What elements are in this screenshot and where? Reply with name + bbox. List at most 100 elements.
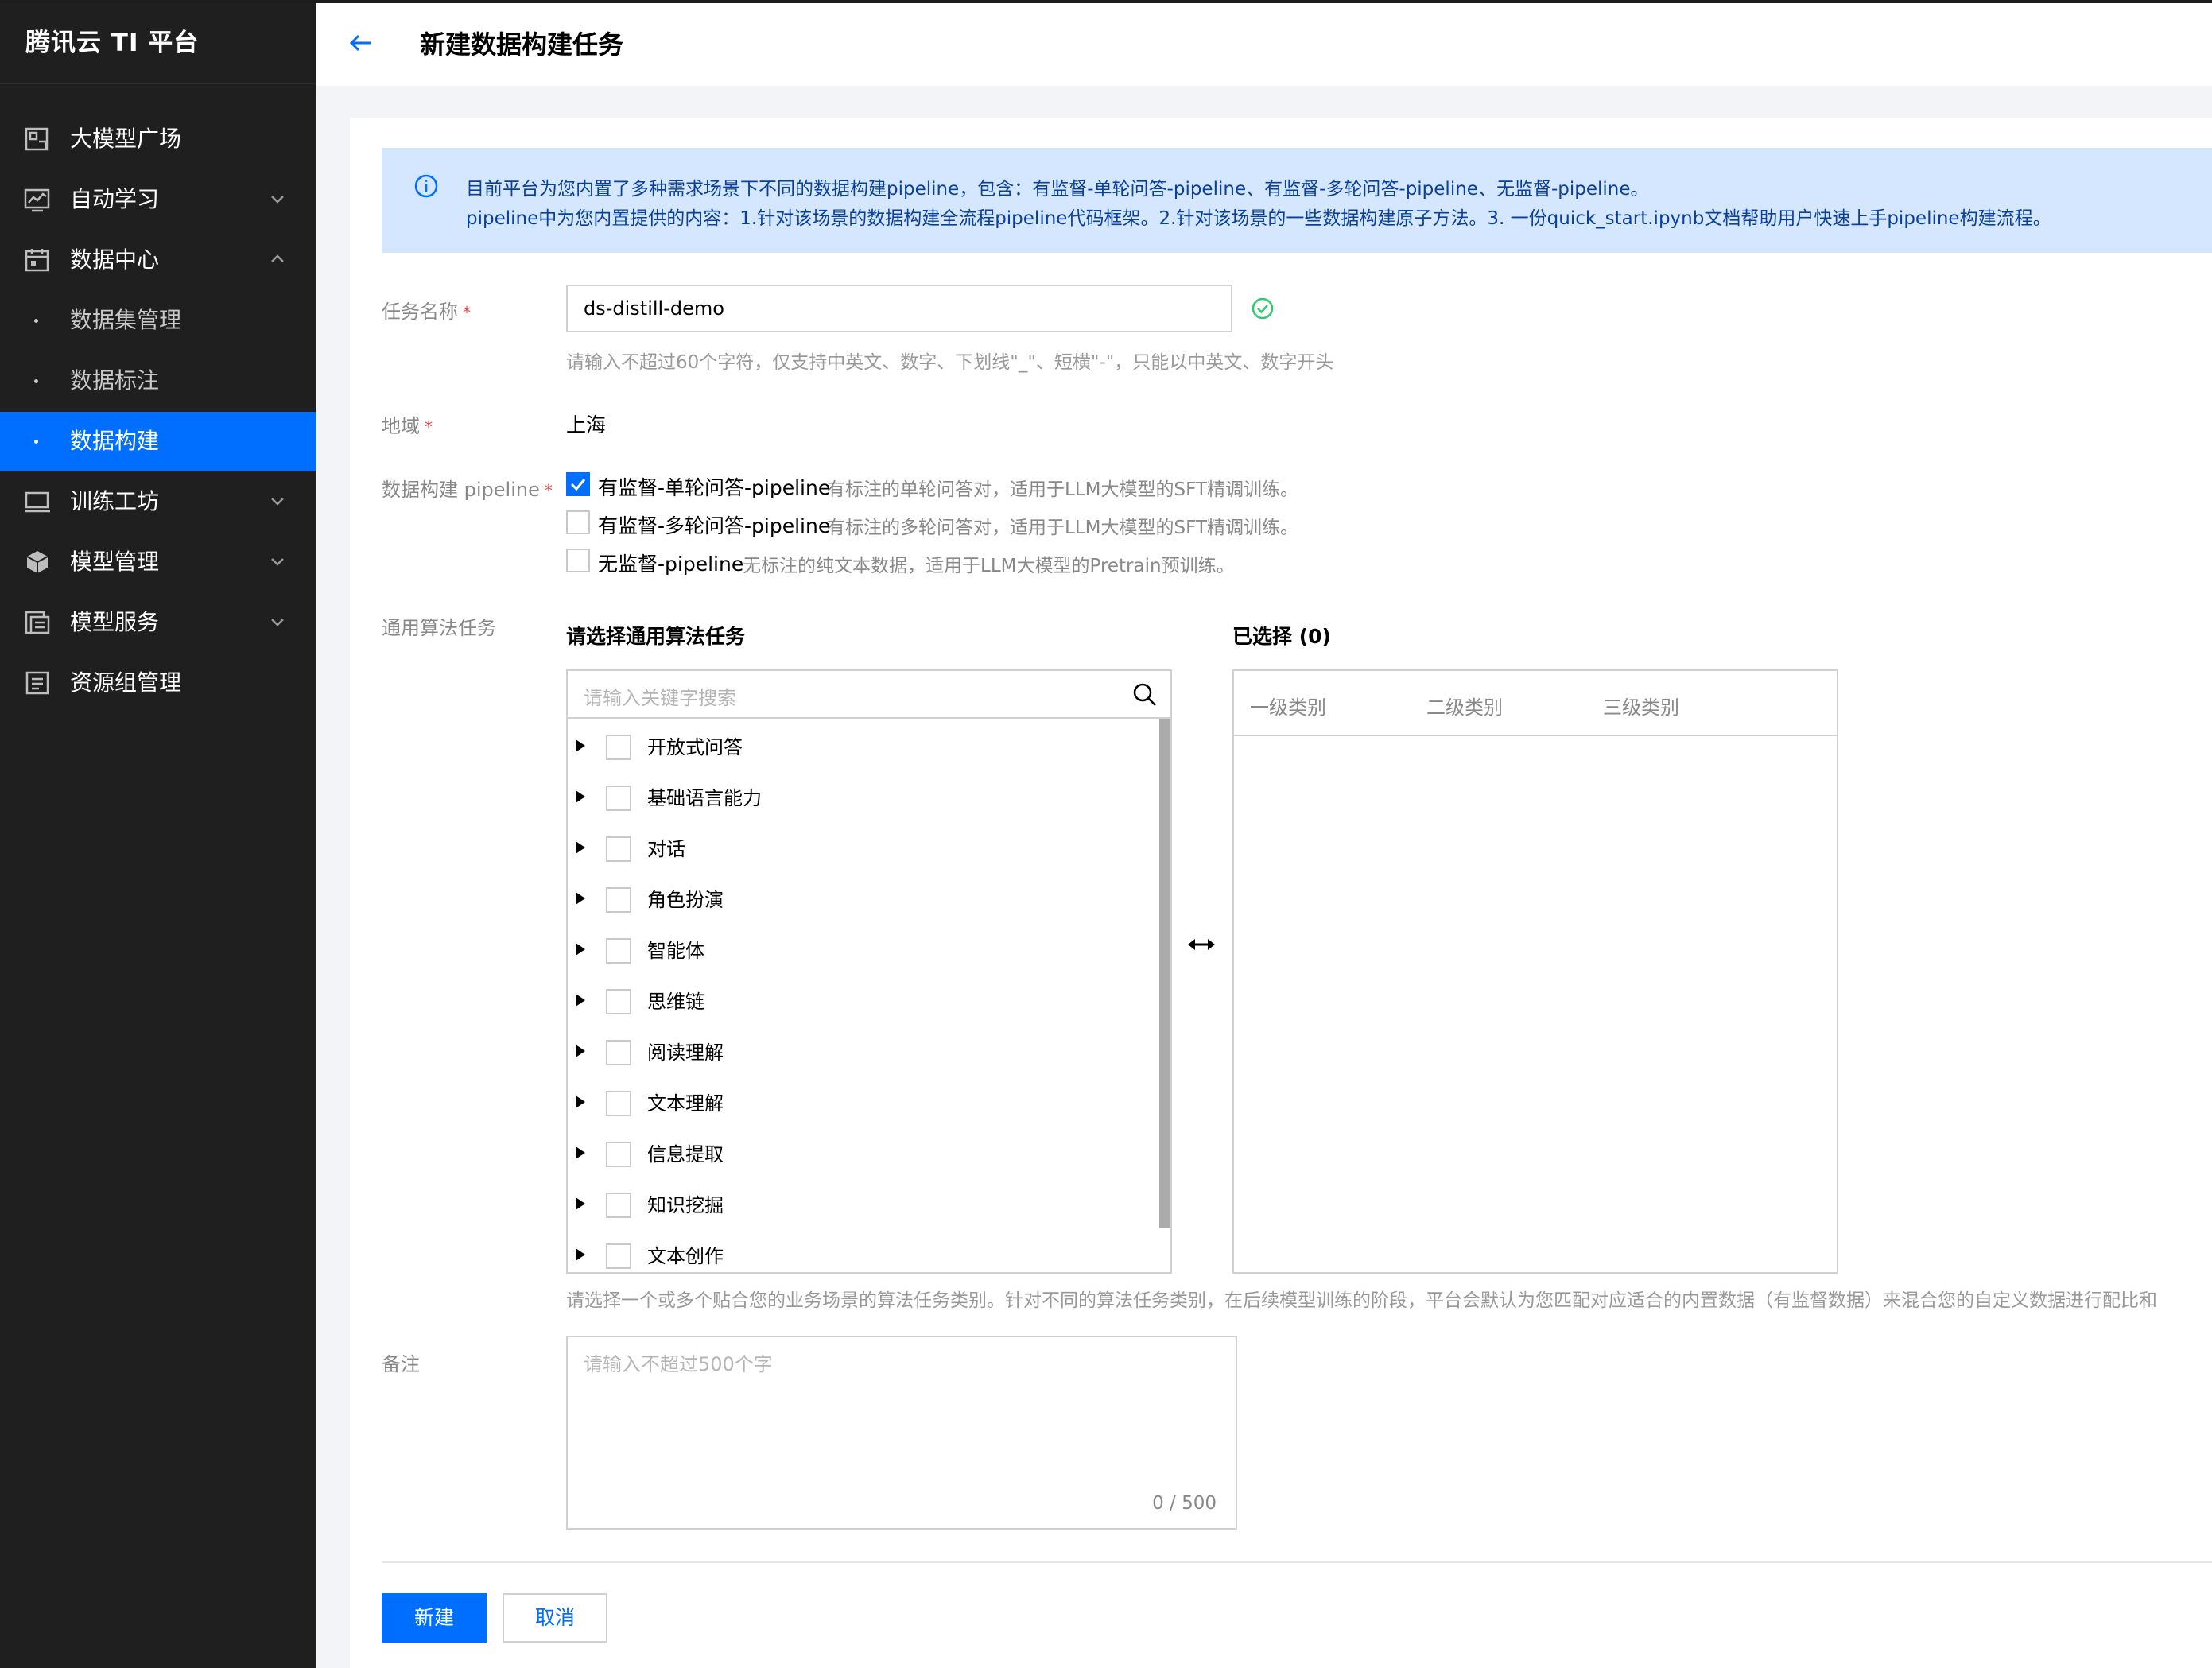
sidebar-item-label: 模型服务 [70, 609, 160, 635]
create-button[interactable]: 新建 [382, 1593, 487, 1643]
tree-item-checkbox[interactable] [606, 1091, 631, 1116]
algo-task-tree-panel: 请输入关键字搜索 开放式问答基础语言能力对话 角色扮演智能体思维链阅读理解 文本理解… [566, 669, 1172, 1274]
tree-item-checkbox[interactable] [606, 1040, 631, 1065]
sidebar-item-data-build[interactable]: 数据构建 [0, 412, 316, 471]
tree-item-label: 知识挖掘 [647, 1194, 724, 1216]
notice-line-1: 目前平台为您内置了多种需求场景下不同的数据构建pipeline，包含：有监督-单… [466, 179, 1649, 200]
expand-triangle-icon[interactable] [576, 1096, 585, 1108]
task-name-value: ds-distill-demo [584, 297, 724, 320]
sidebar-item-resource-group[interactable]: 资源组管理 [0, 654, 316, 712]
tree-item-label: 智能体 [647, 940, 704, 962]
tree-item[interactable]: 角色扮演 [568, 875, 1161, 925]
sidebar-item-label: 资源组管理 [70, 669, 182, 696]
remark-textarea[interactable]: 请输入不超过500个字 0 / 500 [566, 1336, 1237, 1530]
sidebar-item-data-annotation[interactable]: 数据标注 [0, 351, 316, 410]
pipeline-label: 数据构建 pipeline * [382, 479, 553, 501]
tree-item[interactable]: 智能体 [568, 925, 1161, 976]
expand-triangle-icon[interactable] [576, 1045, 585, 1057]
tree-item[interactable]: 文本创作 [568, 1231, 1161, 1282]
remark-label: 备注 [382, 1353, 420, 1375]
tree-item[interactable]: 知识挖掘 [568, 1180, 1161, 1231]
tree-item[interactable]: 文本理解 [568, 1078, 1161, 1129]
sidebar-item-label: 训练工坊 [70, 488, 160, 514]
tree-item[interactable]: 基础语言能力 [568, 773, 1161, 824]
expand-triangle-icon[interactable] [576, 790, 585, 803]
expand-triangle-icon[interactable] [576, 841, 585, 854]
sidebar-item-model-service[interactable]: 模型服务 [0, 593, 316, 652]
expand-triangle-icon[interactable] [576, 1248, 585, 1261]
sidebar-item-label: 自动学习 [70, 186, 160, 212]
algo-right-title: 已选择 (0) [1232, 625, 1331, 648]
chevron-down-icon [269, 492, 286, 510]
tree-item-checkbox[interactable] [606, 786, 631, 811]
sidebar-item-model-management[interactable]: 模型管理 [0, 533, 316, 592]
info-icon [413, 173, 439, 199]
tree-item-checkbox[interactable] [606, 887, 631, 913]
pipeline-option-1-checkbox[interactable] [566, 472, 590, 496]
algo-left-title: 请选择通用算法任务 [566, 625, 746, 648]
bullet-dot-icon [34, 440, 38, 444]
selected-table-header: 一级类别 二级类别 三级类别 [1234, 671, 1837, 736]
page-title: 新建数据构建任务 [420, 29, 624, 60]
tree-item-checkbox[interactable] [606, 938, 631, 964]
pipeline-option-1-name: 有监督-单轮问答-pipeline [598, 476, 831, 499]
selected-tasks-panel: 一级类别 二级类别 三级类别 [1232, 669, 1838, 1274]
pipeline-option-2-checkbox[interactable] [566, 510, 590, 534]
pipeline-option-3-checkbox[interactable] [566, 549, 590, 572]
sidebar-item-label: 数据集管理 [70, 307, 182, 333]
tree-item[interactable]: 思维链 [568, 976, 1161, 1027]
expand-triangle-icon[interactable] [576, 943, 585, 956]
tree-item-checkbox[interactable] [606, 836, 631, 862]
expand-triangle-icon[interactable] [576, 892, 585, 905]
expand-triangle-icon[interactable] [576, 739, 585, 752]
tree-item-label: 思维链 [647, 991, 704, 1013]
tree-item[interactable]: 开放式问答 [568, 722, 1161, 773]
tree-item-checkbox[interactable] [606, 1142, 631, 1167]
expand-triangle-icon[interactable] [576, 1146, 585, 1159]
tree-item[interactable]: 信息提取 [568, 1129, 1161, 1180]
cancel-button[interactable]: 取消 [503, 1593, 607, 1643]
tree-item-checkbox[interactable] [606, 735, 631, 760]
task-name-hint: 请输入不超过60个字符，仅支持中英文、数字、下划线"_"、短横"-"，只能以中英… [566, 352, 1334, 373]
required-asterisk: * [425, 417, 433, 436]
tree-item-checkbox[interactable] [606, 989, 631, 1014]
remark-placeholder: 请输入不超过500个字 [584, 1353, 773, 1375]
sidebar-item-model-square[interactable]: 大模型广场 [0, 110, 316, 169]
expand-triangle-icon[interactable] [576, 1197, 585, 1210]
sidebar-item-dataset-management[interactable]: 数据集管理 [0, 291, 316, 350]
back-arrow-icon[interactable] [345, 27, 377, 59]
sidebar-item-label: 数据标注 [70, 367, 160, 394]
model-square-icon [24, 126, 51, 152]
task-name-input[interactable]: ds-distill-demo [566, 285, 1232, 332]
tree-item[interactable]: 阅读理解 [568, 1027, 1161, 1078]
sidebar-item-training-workshop[interactable]: 训练工坊 [0, 472, 316, 531]
algo-search-placeholder: 请输入关键字搜索 [584, 687, 736, 709]
tree-item-checkbox[interactable] [606, 1243, 631, 1269]
tree-item-label: 信息提取 [647, 1143, 724, 1166]
pipeline-option-3-desc: 无标注的纯文本数据，适用于LLM大模型的Pretrain预训练。 [743, 556, 1235, 576]
task-name-label: 任务名称 * [382, 301, 471, 323]
search-icon[interactable] [1132, 682, 1158, 708]
remark-char-counter: 0 / 500 [1152, 1493, 1217, 1514]
algo-task-hint: 请选择一个或多个贴合您的业务场景的算法任务类别。针对不同的算法任务类别，在后续模… [566, 1290, 2157, 1311]
tree-scrollbar[interactable] [1159, 719, 1170, 1228]
region-label: 地域 * [382, 415, 433, 437]
tree-item-label: 基础语言能力 [647, 787, 762, 809]
sidebar-item-auto-learning[interactable]: 自动学习 [0, 170, 316, 229]
sidebar-item-label: 数据中心 [70, 246, 160, 273]
notice-line-2: pipeline中为您内置提供的内容：1.针对该场景的数据构建全流程pipeli… [466, 208, 2051, 229]
training-workshop-icon [24, 489, 51, 514]
footer-divider [382, 1561, 2212, 1563]
sidebar-item-data-center[interactable]: 数据中心 [0, 231, 316, 289]
tree-item-checkbox[interactable] [606, 1193, 631, 1218]
tree-item-label: 开放式问答 [647, 736, 743, 758]
pipeline-option-1-desc: 有标注的单轮问答对，适用于LLM大模型的SFT精调训练。 [827, 479, 1298, 500]
tree-item[interactable]: 对话 [568, 824, 1161, 875]
info-notice: 目前平台为您内置了多种需求场景下不同的数据构建pipeline，包含：有监督-单… [382, 148, 2212, 253]
sidebar-item-label: 数据构建 [70, 428, 160, 454]
sidebar-divider [0, 83, 316, 84]
algo-search-input[interactable]: 请输入关键字搜索 [568, 671, 1170, 719]
pipeline-option-2-name: 有监督-多轮问答-pipeline [598, 514, 831, 537]
expand-triangle-icon[interactable] [576, 994, 585, 1007]
page-header: 新建数据构建任务 [316, 3, 2212, 86]
